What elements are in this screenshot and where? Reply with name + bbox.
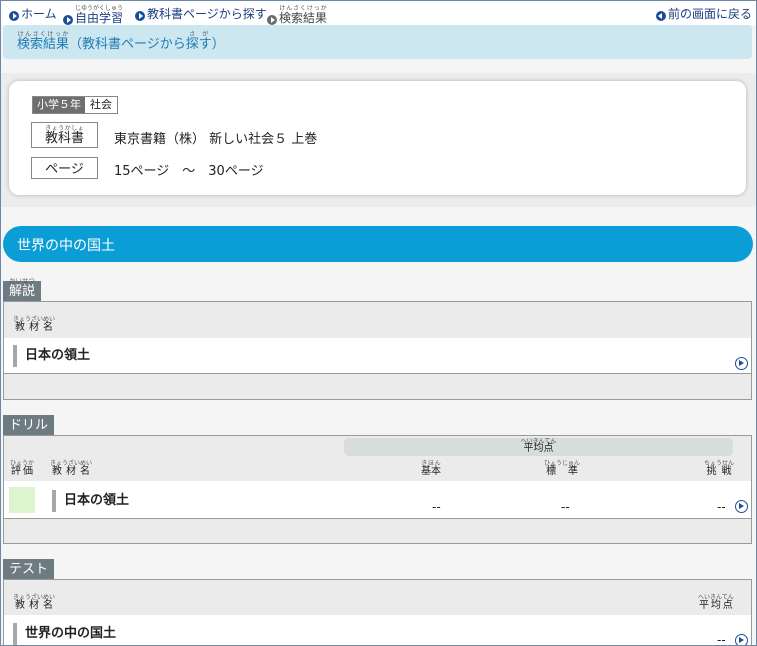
col-evaluation: 評価ひょうか xyxy=(10,460,35,477)
tab-drill: ドリル xyxy=(3,415,55,435)
nav-textbook-search-link[interactable]: 教科書ページから探す xyxy=(135,5,267,22)
info-card: 小学５年 社会 教科書きょうかしょ 東京書籍（株） 新しい社会５ 上巻 ページ … xyxy=(9,81,746,195)
go-arrow-icon[interactable] xyxy=(735,500,748,513)
search-result-bar: 検索結果けんさくけっか（教科書ページから探すさが） xyxy=(3,25,752,59)
col-average: 平均点へいきんてん xyxy=(698,594,734,611)
go-arrow-icon[interactable] xyxy=(735,357,748,370)
textbook-value: 東京書籍（株） 新しい社会５ 上巻 xyxy=(114,132,318,147)
subject-badge: 社会 xyxy=(85,97,117,113)
top-nav: ホーム 自由学習じゆうがくしゅう 教科書ページから探す 検索結果けんさくけっか … xyxy=(1,1,756,25)
grade-subject-tag: 小学５年 社会 xyxy=(32,96,118,114)
nav-home-label: ホーム xyxy=(21,7,57,21)
unit-title: 世界の中の国土 xyxy=(17,238,115,254)
list-item[interactable]: 日本の領土 xyxy=(4,338,751,374)
nav-results-label: 検索結果けんさくけっか xyxy=(279,5,328,25)
nav-textbook-search-label: 教科書ページから探す xyxy=(147,7,267,21)
drill-header: 平均点 へいきんてん 評価ひょうか 教材名きょうざいめい 基本きほん 標 準ひょう… xyxy=(4,436,751,482)
back-arrow-icon xyxy=(656,11,666,21)
average-score: -- xyxy=(717,633,726,645)
page-value: 15ページ ～ 30ページ xyxy=(114,164,264,179)
material-name: 日本の領土 xyxy=(13,345,90,367)
test-header: 教材名きょうざいめい 平均点へいきんてん xyxy=(4,580,751,616)
nav-free-study-link[interactable]: 自由学習じゆうがくしゅう xyxy=(63,5,123,26)
col-challenge: 挑戦ちょうせん xyxy=(704,460,735,477)
material-name: 日本の領土 xyxy=(52,490,129,512)
col-material-name: 教材名きょうざいめい xyxy=(13,594,56,611)
col-standard: 標 準ひょうじゅん xyxy=(544,460,581,477)
app-frame: ホーム 自由学習じゆうがくしゅう 教科書ページから探す 検索結果けんさくけっか … xyxy=(1,1,756,645)
grade-badge: 小学５年 xyxy=(33,97,85,113)
test-panel: 教材名きょうざいめい 平均点へいきんてん 世界の中の国土 -- xyxy=(3,579,752,645)
basic-score: -- xyxy=(432,500,441,514)
back-link[interactable]: 前の画面に戻る xyxy=(656,5,752,22)
nav-home-link[interactable]: ホーム xyxy=(9,5,57,22)
go-arrow-icon[interactable] xyxy=(735,634,748,645)
page-label: ページ xyxy=(31,157,98,179)
challenge-score: -- xyxy=(717,500,726,514)
page-title: 検索結果けんさくけっか（教科書ページから探すさが） xyxy=(17,31,225,52)
play-icon xyxy=(135,11,145,21)
kaisetsu-header: 教材名きょうざいめい xyxy=(4,302,751,339)
standard-score: -- xyxy=(561,500,570,514)
textbook-label: 教科書きょうかしょ xyxy=(31,122,98,148)
col-material-name: 教材名きょうざいめい xyxy=(13,316,56,333)
table-row[interactable]: 日本の領土 -- -- -- xyxy=(4,481,751,519)
play-icon xyxy=(9,11,19,21)
play-icon xyxy=(267,15,277,25)
back-label: 前の画面に戻る xyxy=(668,7,753,21)
col-material-name: 教材名きょうざいめい xyxy=(50,460,93,477)
nav-results-link[interactable]: 検索結果けんさくけっか xyxy=(267,5,327,26)
col-basic: 基本きほん xyxy=(421,460,441,477)
drill-panel: 平均点 へいきんてん 評価ひょうか 教材名きょうざいめい 基本きほん 標 準ひょう… xyxy=(3,435,752,544)
tab-test: テスト xyxy=(3,559,55,579)
kaisetsu-panel: 教材名きょうざいめい 日本の領土 xyxy=(3,301,752,400)
average-score-band: 平均点 へいきんてん xyxy=(344,438,733,456)
nav-free-study-label: 自由学習じゆうがくしゅう xyxy=(75,5,124,25)
info-card-area: 小学５年 社会 教科書きょうかしょ 東京書籍（株） 新しい社会５ 上巻 ページ … xyxy=(1,73,756,207)
tab-kaisetsu: 解説かいせつ xyxy=(3,278,42,301)
material-name: 世界の中の国土 xyxy=(13,623,116,645)
play-icon xyxy=(63,15,73,25)
table-row[interactable]: 世界の中の国土 -- xyxy=(4,615,751,645)
unit-section-header: 世界の中の国土 xyxy=(3,226,753,262)
evaluation-badge xyxy=(9,487,35,513)
